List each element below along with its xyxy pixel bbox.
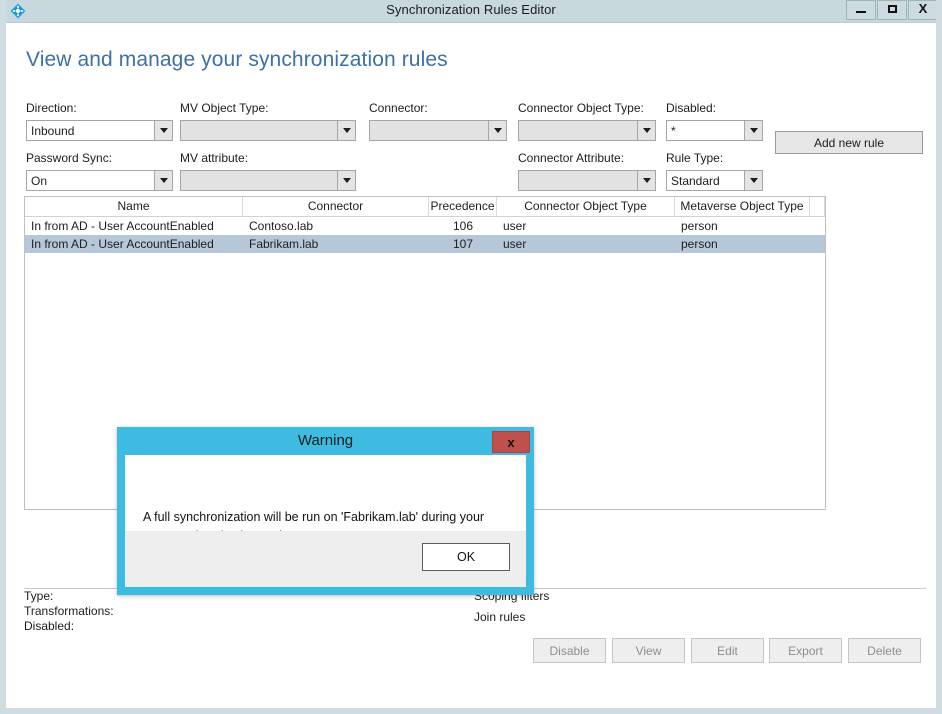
connector-dropdown[interactable] <box>369 120 507 141</box>
chevron-down-icon <box>488 121 506 140</box>
column-header-connector[interactable]: Connector <box>243 197 429 216</box>
chevron-down-icon <box>337 121 355 140</box>
cell-precedence: 106 <box>452 219 474 233</box>
rule-type-dropdown[interactable]: Standard <box>666 170 763 191</box>
close-button[interactable]: X <box>908 0 936 20</box>
disabled-value: * <box>671 124 676 138</box>
minimize-icon <box>856 11 866 14</box>
detail-transformations-label: Transformations: <box>24 604 114 618</box>
cell-precedence: 107 <box>452 237 474 251</box>
maximize-button[interactable] <box>877 0 907 20</box>
cell-name: In from AD - User AccountEnabled <box>31 237 214 251</box>
dialog-footer: OK <box>125 531 526 587</box>
disabled-dropdown[interactable]: * <box>666 120 763 141</box>
window-controls: X <box>845 0 936 20</box>
chevron-down-icon <box>154 121 172 140</box>
delete-button[interactable]: Delete <box>848 638 921 663</box>
window-title: Synchronization Rules Editor <box>386 2 556 17</box>
column-header-metaverse-object-type[interactable]: Metaverse Object Type <box>675 197 810 216</box>
dialog-ok-button[interactable]: OK <box>422 543 510 571</box>
detail-disabled-label: Disabled: <box>24 619 75 633</box>
title-bar: Synchronization Rules Editor X <box>6 0 936 23</box>
chevron-down-icon <box>154 171 172 190</box>
disable-button[interactable]: Disable <box>533 638 606 663</box>
column-header-name[interactable]: Name <box>25 197 243 216</box>
table-row[interactable]: In from AD - User AccountEnabled Fabrika… <box>25 235 825 253</box>
add-new-rule-button[interactable]: Add new rule <box>775 131 923 154</box>
column-header-precedence[interactable]: Precedence <box>429 197 497 216</box>
page-title: View and manage your synchronization rul… <box>26 48 448 71</box>
cell-metaverse-object-type: person <box>681 219 718 233</box>
mv-object-type-value <box>181 121 337 140</box>
view-button[interactable]: View <box>612 638 685 663</box>
connector-value <box>370 121 488 140</box>
cell-connector-object-type: user <box>503 237 527 251</box>
close-icon: X <box>918 1 928 16</box>
chevron-down-icon <box>637 121 655 140</box>
column-header-connector-object-type[interactable]: Connector Object Type <box>497 197 675 216</box>
mv-object-type-dropdown[interactable] <box>180 120 356 141</box>
rule-type-value: Standard <box>671 174 720 188</box>
chevron-down-icon <box>637 171 655 190</box>
rule-type-label: Rule Type: <box>666 151 724 165</box>
minimize-button[interactable] <box>846 0 876 20</box>
cell-connector-object-type: user <box>503 219 527 233</box>
dialog-title: Warning <box>297 432 354 449</box>
maximize-icon <box>887 5 897 14</box>
password-sync-dropdown[interactable]: On <box>26 170 173 191</box>
export-button[interactable]: Export <box>769 638 842 663</box>
cell-connector: Contoso.lab <box>249 219 314 233</box>
column-header-filler <box>810 197 825 216</box>
dialog-close-button[interactable]: x <box>492 431 530 453</box>
warning-dialog: Warning x A full synchronization will be… <box>117 427 534 595</box>
synchronization-rules-editor-window: Synchronization Rules Editor X View and … <box>0 0 942 714</box>
chevron-down-icon <box>744 121 762 140</box>
chevron-down-icon <box>744 171 762 190</box>
mv-attribute-label: MV attribute: <box>180 151 249 165</box>
connector-attribute-label: Connector Attribute: <box>518 151 625 165</box>
disabled-filter-label: Disabled: <box>666 101 717 115</box>
table-row[interactable]: In from AD - User AccountEnabled Contoso… <box>25 217 825 235</box>
dialog-body: A full synchronization will be run on 'F… <box>125 455 526 587</box>
edit-button[interactable]: Edit <box>691 638 764 663</box>
cell-connector: Fabrikam.lab <box>249 237 319 251</box>
connector-label: Connector: <box>369 101 428 115</box>
direction-dropdown[interactable]: Inbound <box>26 120 173 141</box>
detail-join-rules-label: Join rules <box>474 610 526 624</box>
mv-object-type-label: MV Object Type: <box>180 101 269 115</box>
password-sync-value: On <box>31 174 48 188</box>
connector-object-type-value <box>519 121 637 140</box>
cell-name: In from AD - User AccountEnabled <box>31 219 214 233</box>
chevron-down-icon <box>337 171 355 190</box>
connector-attribute-value <box>519 171 637 190</box>
direction-value: Inbound <box>31 124 75 138</box>
connector-object-type-dropdown[interactable] <box>518 120 656 141</box>
grid-header-row: Name Connector Precedence Connector Obje… <box>25 197 825 217</box>
direction-label: Direction: <box>26 101 77 115</box>
cell-metaverse-object-type: person <box>681 237 718 251</box>
detail-type-label: Type: <box>24 589 54 603</box>
connector-object-type-label: Connector Object Type: <box>518 101 644 115</box>
password-sync-label: Password Sync: <box>26 151 113 165</box>
mv-attribute-value <box>181 171 337 190</box>
connector-attribute-dropdown[interactable] <box>518 170 656 191</box>
mv-attribute-dropdown[interactable] <box>180 170 356 191</box>
